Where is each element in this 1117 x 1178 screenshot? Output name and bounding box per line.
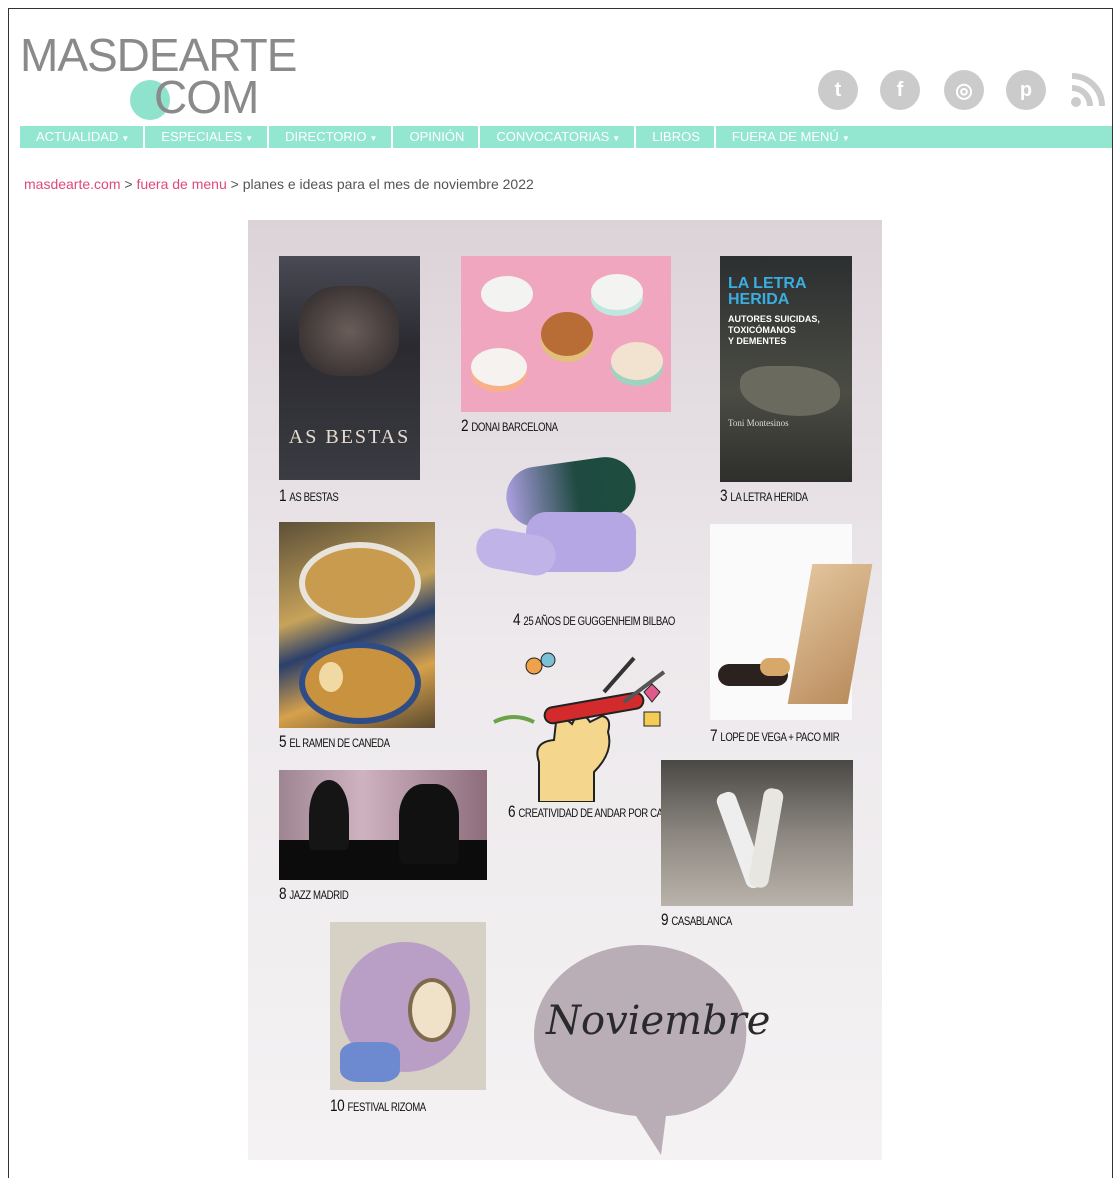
guggenheim-scarf-image[interactable] [466,452,666,602]
caption-7: 7 LOPE DE VEGA + PACO MIR [710,726,840,745]
lope-de-vega-image[interactable] [710,524,873,720]
festival-rizoma-image[interactable] [330,922,486,1090]
pinterest-icon[interactable]: p [1006,70,1046,110]
caption-8: 8 JAZZ MADRID [279,884,349,903]
nav-especiales[interactable]: ESPECIALES ▼ [145,126,270,148]
nav-fuera-de-menu[interactable]: FUERA DE MENÚ ▼ [716,126,864,148]
caption-1: 1 AS BESTAS [279,486,339,505]
breadcrumb: masdearte.com > fuera de menu > planes e… [24,176,534,192]
caption-5: 5 EL RAMEN DE CANEDA [279,732,390,751]
breadcrumb-current: planes e ideas para el mes de noviembre … [242,176,534,192]
facebook-icon[interactable]: f [880,70,920,110]
caption-9: 9 CASABLANCA [661,910,732,929]
caption-2: 2 DONAI BARCELONA [461,416,558,435]
noviembre-speech-bubble [534,945,747,1155]
twitter-icon[interactable]: t [818,70,858,110]
instagram-icon[interactable]: ◎ [944,70,984,110]
rss-icon[interactable] [1068,72,1106,110]
breadcrumb-section-link[interactable]: fuera de menu [136,176,226,192]
caption-6: 6 CREATIVIDAD DE ANDAR POR CASA [508,802,675,821]
nav-opinion[interactable]: OPINIÓN [393,126,481,148]
breadcrumb-home-link[interactable]: masdearte.com [24,176,120,192]
main-nav: ACTUALIDAD ▼ ESPECIALES ▼ DIRECTORIO ▼ OPIN… [20,126,1112,148]
nav-libros[interactable]: LIBROS [636,126,716,148]
caption-3: 3 LA LETRA HERIDA [720,486,808,505]
donai-barcelona-image[interactable] [461,256,671,412]
ramen-image[interactable] [279,522,435,728]
casablanca-image[interactable] [661,760,853,906]
site-logo[interactable]: MASDEARTE COM [20,32,297,122]
la-letra-herida-book[interactable]: LA LETRA HERIDA AUTORES SUICIDAS, TOXICÓMA… [720,256,852,482]
as-bestas-poster[interactable]: AS BESTAS [279,256,420,480]
as-bestas-title: AS BESTAS [288,426,411,448]
nav-directorio[interactable]: DIRECTORIO ▼ [269,126,394,148]
creatividad-illustration[interactable] [484,652,674,802]
jazz-madrid-image[interactable] [279,770,487,880]
logo-text-com: COM [154,71,259,123]
noviembre-label: Noviembre [546,998,771,1044]
caption-10: 10 FESTIVAL RIZOMA [330,1096,426,1115]
caption-4: 4 25 AÑOS DE GUGGENHEIM BILBAO [513,610,675,629]
nav-actualidad[interactable]: ACTUALIDAD ▼ [20,126,146,148]
nav-convocatorias[interactable]: CONVOCATORIAS ▼ [480,126,637,148]
november-poster: AS BESTAS 1 AS BESTAS 2 DONAI BARCELONA LA… [248,220,882,1160]
